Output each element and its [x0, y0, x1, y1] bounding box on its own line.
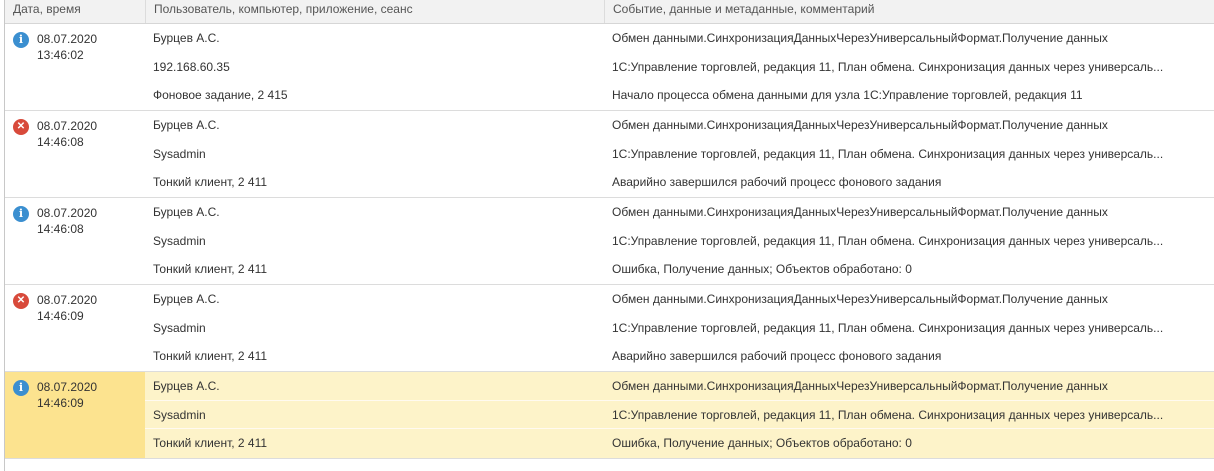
event-log-table: Дата, время Пользователь, компьютер, при… — [4, 0, 1214, 471]
computer-name: Sysadmin — [153, 320, 206, 335]
datetime-cell: i 08.07.2020 14:46:08 — [5, 198, 145, 284]
table-row[interactable]: ✕ 08.07.2020 14:46:09 Бурцев А.С. Sysadm… — [5, 285, 1214, 372]
event-cell: Обмен данными.СинхронизацияДанныхЧерезУн… — [604, 111, 1214, 197]
info-icon: i — [13, 206, 29, 222]
user-cell: Бурцев А.С. Sysadmin Тонкий клиент, 2 41… — [145, 198, 604, 284]
event-cell: Обмен данными.СинхронизацияДанныхЧерезУн… — [604, 372, 1214, 458]
event-metadata: 1С:Управление торговлей, редакция 11, Пл… — [612, 59, 1164, 74]
table-row[interactable]: i 08.07.2020 13:46:02 Бурцев А.С. 192.16… — [5, 24, 1214, 111]
table-row[interactable]: ✕ 08.07.2020 14:46:08 Бурцев А.С. Sysadm… — [5, 111, 1214, 198]
event-comment: Ошибка, Получение данных; Объектов обраб… — [612, 436, 912, 451]
user-name: Бурцев А.С. — [153, 292, 220, 306]
error-icon: ✕ — [13, 119, 29, 135]
column-header-datetime[interactable]: Дата, время — [5, 0, 145, 23]
table-row[interactable]: i 08.07.2020 14:46:09 Бурцев А.С. Sysadm… — [5, 372, 1214, 459]
datetime-cell: ✕ 08.07.2020 14:46:09 — [5, 285, 145, 371]
event-name: Обмен данными.СинхронизацияДанныхЧерезУн… — [612, 118, 1108, 132]
event-comment: Ошибка, Получение данных; Объектов обраб… — [612, 262, 912, 277]
user-name: Бурцев А.С. — [145, 372, 604, 401]
event-name: Обмен данными.СинхронизацияДанныхЧерезУн… — [612, 292, 1108, 306]
date-text: 08.07.2020 — [37, 32, 98, 46]
user-cell: Бурцев А.С. Sysadmin Тонкий клиент, 2 41… — [145, 111, 604, 197]
user-cell: Бурцев А.С. 192.168.60.35 Фоновое задани… — [145, 24, 604, 110]
time-text: 14:46:08 — [37, 222, 84, 236]
datetime-cell: i 08.07.2020 14:46:09 — [5, 372, 145, 458]
error-icon: ✕ — [13, 293, 29, 309]
date-text: 08.07.2020 — [37, 119, 98, 133]
table-header: Дата, время Пользователь, компьютер, при… — [5, 0, 1214, 24]
event-name: Обмен данными.СинхронизацияДанныхЧерезУн… — [604, 372, 1214, 401]
event-metadata: 1С:Управление торговлей, редакция 11, Пл… — [612, 146, 1164, 161]
user-cell: Бурцев А.С. Sysadmin Тонкий клиент, 2 41… — [145, 372, 604, 458]
computer-name: Sysadmin — [153, 146, 206, 161]
event-metadata: 1С:Управление торговлей, редакция 11, Пл… — [604, 401, 1214, 430]
computer-name: Sysadmin — [153, 233, 206, 248]
event-name: Обмен данными.СинхронизацияДанныхЧерезУн… — [612, 31, 1108, 45]
computer-name: 192.168.60.35 — [153, 59, 230, 74]
event-metadata: 1С:Управление торговлей, редакция 11, Пл… — [612, 233, 1164, 248]
application-session: Тонкий клиент, 2 411 — [153, 436, 268, 451]
column-header-event[interactable]: Событие, данные и метаданные, комментари… — [604, 0, 1214, 23]
datetime-cell: ✕ 08.07.2020 14:46:08 — [5, 111, 145, 197]
event-metadata: 1С:Управление торговлей, редакция 11, Пл… — [612, 320, 1164, 335]
date-text: 08.07.2020 — [37, 380, 98, 394]
column-header-user[interactable]: Пользователь, компьютер, приложение, сеа… — [145, 0, 604, 23]
time-text: 14:46:09 — [37, 309, 84, 323]
user-name: Бурцев А.С. — [153, 205, 220, 219]
time-text: 14:46:08 — [37, 135, 84, 149]
event-name: Обмен данными.СинхронизацияДанныхЧерезУн… — [612, 205, 1108, 219]
application-session: Фоновое задание, 2 415 — [153, 88, 288, 103]
datetime-cell: i 08.07.2020 13:46:02 — [5, 24, 145, 110]
event-cell: Обмен данными.СинхронизацияДанныхЧерезУн… — [604, 24, 1214, 110]
info-icon: i — [13, 32, 29, 48]
user-name: Бурцев А.С. — [153, 118, 220, 132]
user-cell: Бурцев А.С. Sysadmin Тонкий клиент, 2 41… — [145, 285, 604, 371]
time-text: 13:46:02 — [37, 48, 84, 62]
event-comment: Начало процесса обмена данными для узла … — [612, 88, 1083, 103]
application-session: Тонкий клиент, 2 411 — [153, 175, 268, 190]
event-cell: Обмен данными.СинхронизацияДанныхЧерезУн… — [604, 285, 1214, 371]
event-comment: Аварийно завершился рабочий процесс фоно… — [612, 175, 942, 190]
user-name: Бурцев А.С. — [153, 31, 220, 45]
event-cell: Обмен данными.СинхронизацияДанныхЧерезУн… — [604, 198, 1214, 284]
info-icon: i — [13, 380, 29, 396]
computer-name: Sysadmin — [145, 401, 604, 430]
application-session: Тонкий клиент, 2 411 — [153, 262, 268, 277]
application-session: Тонкий клиент, 2 411 — [153, 349, 268, 364]
event-comment: Аварийно завершился рабочий процесс фоно… — [612, 349, 942, 364]
time-text: 14:46:09 — [37, 396, 84, 410]
date-text: 08.07.2020 — [37, 206, 98, 220]
table-row[interactable]: i 08.07.2020 14:46:08 Бурцев А.С. Sysadm… — [5, 198, 1214, 285]
date-text: 08.07.2020 — [37, 293, 98, 307]
table-body: i 08.07.2020 13:46:02 Бурцев А.С. 192.16… — [5, 24, 1214, 459]
